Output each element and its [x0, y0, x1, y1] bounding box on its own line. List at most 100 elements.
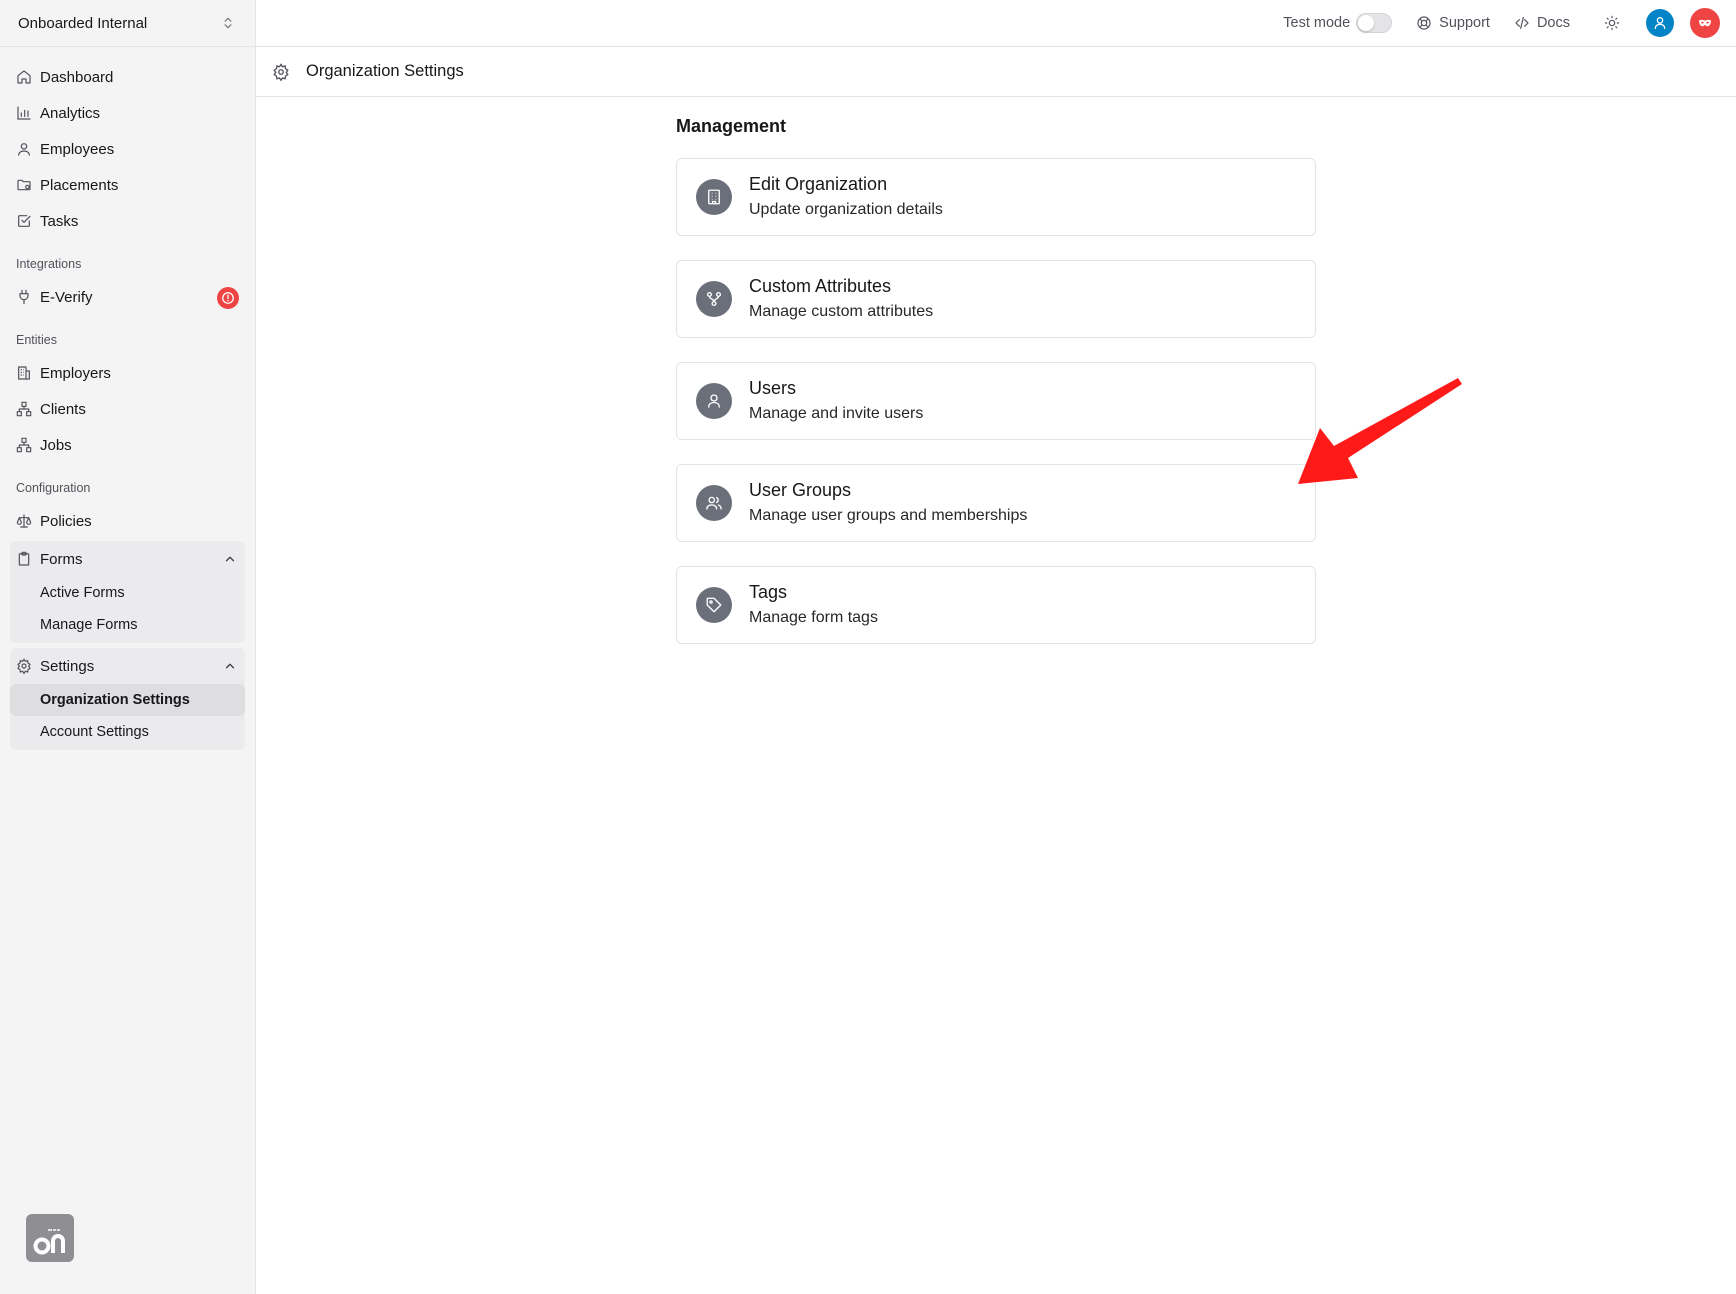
tags-card[interactable]: Tags Manage form tags	[676, 566, 1316, 644]
sidebar-item-label: Forms	[40, 550, 83, 568]
sidebar-item-employers[interactable]: Employers	[10, 355, 245, 391]
lifebuoy-icon	[1417, 16, 1431, 30]
custom-attributes-card[interactable]: Custom Attributes Manage custom attribut…	[676, 260, 1316, 338]
network-icon	[16, 401, 32, 417]
card-icon	[696, 383, 732, 419]
sidebar-item-everify[interactable]: E-Verify	[10, 279, 245, 315]
sidebar-item-label: Jobs	[40, 436, 72, 454]
edit-organization-card[interactable]: Edit Organization Update organization de…	[676, 158, 1316, 236]
toggle-switch[interactable]	[1356, 13, 1393, 33]
sidebar-subitem-organization-settings[interactable]: Organization Settings	[10, 684, 245, 716]
gear-icon	[16, 658, 32, 674]
gear-icon	[273, 62, 289, 81]
sidebar-item-label: Settings	[40, 657, 95, 675]
card-description: Manage custom attributes	[749, 303, 934, 320]
code-icon	[1515, 17, 1529, 29]
chevrons-up-down-icon	[224, 17, 232, 29]
user-icon	[16, 141, 32, 157]
test-mode-label: Test mode	[1283, 15, 1351, 31]
card-icon	[696, 485, 732, 521]
sidebar-item-employees[interactable]: Employees	[10, 131, 245, 167]
home-icon	[16, 69, 32, 85]
docs-link[interactable]: Docs	[1514, 15, 1570, 31]
card-description: Manage user groups and memberships	[749, 507, 1028, 524]
user-icon	[708, 394, 720, 408]
folder-icon	[16, 177, 32, 193]
user-groups-card[interactable]: User Groups Manage user groups and membe…	[676, 464, 1316, 542]
sidebar-item-label: Employees	[40, 140, 115, 158]
sidebar-subitem-manage-forms[interactable]: Manage Forms	[10, 609, 245, 641]
org-switcher[interactable]: Onboarded Internal	[0, 0, 255, 47]
settings-group: Settings Organization Settings Account S…	[10, 648, 245, 750]
section-label-integrations: Integrations	[16, 257, 82, 271]
sidebar-nav: Dashboard Analytics Employees Placements…	[0, 47, 255, 750]
checkbox-icon	[16, 213, 32, 229]
card-description: Manage form tags	[749, 609, 878, 626]
clipboard-icon	[16, 551, 32, 567]
onboarded-logo	[26, 1214, 74, 1262]
sidebar-item-analytics[interactable]: Analytics	[10, 95, 245, 131]
impersonation-button[interactable]	[1690, 8, 1720, 38]
card-title: Tags	[749, 582, 788, 602]
tag-icon	[706, 597, 722, 613]
section-label-configuration: Configuration	[16, 481, 91, 495]
page-title: Organization Settings	[306, 62, 464, 80]
users-icon	[706, 496, 722, 510]
scale-icon	[16, 513, 32, 529]
card-description: Update organization details	[749, 201, 943, 218]
user-avatar-button[interactable]	[1646, 9, 1674, 37]
user-icon	[1654, 17, 1666, 29]
building-icon	[16, 365, 32, 381]
sidebar-item-settings[interactable]: Settings	[10, 648, 245, 684]
sidebar-item-clients[interactable]: Clients	[10, 391, 245, 427]
section-label-entities: Entities	[16, 333, 57, 347]
card-icon	[696, 587, 732, 623]
sidebar-item-dashboard[interactable]: Dashboard	[10, 59, 245, 95]
annotation-arrow-icon	[1298, 378, 1462, 484]
card-title: Users	[749, 378, 797, 398]
support-label: Support	[1439, 15, 1490, 31]
sidebar: Onboarded Internal Dashboard Analytics E…	[0, 0, 256, 1294]
sidebar-item-label: Analytics	[40, 104, 101, 122]
brand-mark-icon	[33, 1229, 65, 1255]
sidebar-item-label: E-Verify	[40, 288, 93, 306]
sidebar-item-policies[interactable]: Policies	[10, 503, 245, 539]
sidebar-item-jobs[interactable]: Jobs	[10, 427, 245, 463]
management-section: Management Edit Organization Update orga…	[676, 116, 1316, 668]
forms-group: Forms Active Forms Manage Forms	[10, 541, 245, 643]
org-name: Onboarded Internal	[18, 14, 148, 32]
card-title: User Groups	[749, 480, 852, 500]
sidebar-item-label: Dashboard	[40, 68, 114, 86]
network-icon	[16, 437, 32, 453]
sidebar-item-label: Clients	[40, 400, 86, 418]
docs-label: Docs	[1536, 15, 1570, 31]
alert-circle-icon	[222, 292, 234, 304]
top-bar: Test mode Support Docs	[256, 0, 1736, 47]
sidebar-item-tasks[interactable]: Tasks	[10, 203, 245, 239]
sidebar-subitem-account-settings[interactable]: Account Settings	[10, 716, 245, 748]
building-icon	[708, 189, 720, 205]
users-card[interactable]: Users Manage and invite users	[676, 362, 1316, 440]
theme-toggle-button[interactable]	[1598, 9, 1626, 37]
sun-icon	[1604, 15, 1620, 31]
chevron-up-icon[interactable]	[223, 552, 237, 566]
test-mode-toggle[interactable]: Test mode	[1283, 13, 1393, 33]
page-header: Organization Settings	[256, 47, 1736, 97]
chevron-up-icon[interactable]	[223, 659, 237, 673]
plug-icon	[16, 289, 32, 305]
sidebar-subitem-active-forms[interactable]: Active Forms	[10, 577, 245, 609]
sidebar-item-label: Tasks	[40, 212, 79, 230]
mask-icon	[1699, 19, 1711, 27]
support-link[interactable]: Support	[1416, 15, 1490, 31]
card-icon	[696, 281, 732, 317]
card-description: Manage and invite users	[749, 405, 924, 422]
card-icon	[696, 179, 732, 215]
bar-chart-icon	[16, 105, 32, 121]
card-title: Custom Attributes	[749, 276, 892, 296]
sidebar-item-placements[interactable]: Placements	[10, 167, 245, 203]
sidebar-item-label: Employers	[40, 364, 111, 382]
sidebar-item-forms[interactable]: Forms	[10, 541, 245, 577]
alert-badge	[217, 287, 239, 309]
sidebar-item-label: Placements	[40, 176, 119, 194]
sidebar-item-label: Policies	[40, 512, 92, 530]
